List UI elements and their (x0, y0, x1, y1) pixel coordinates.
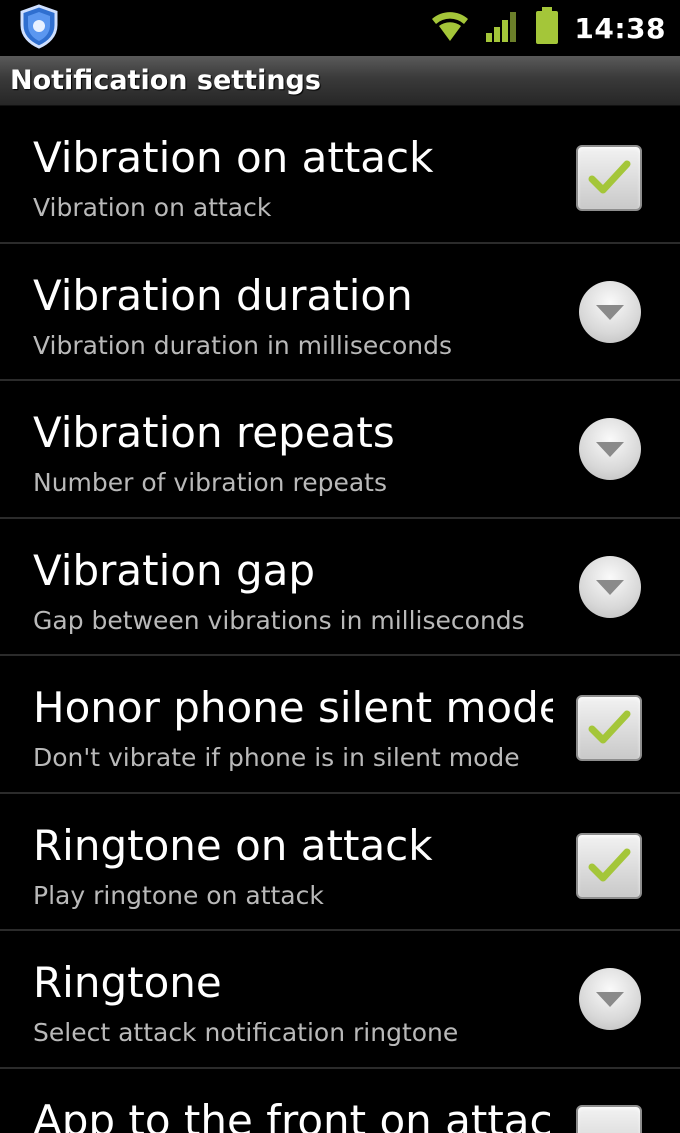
pref-title: Vibration duration (33, 270, 413, 320)
page-title: Notification settings (10, 65, 321, 96)
pref-summary: Select attack notification ringtone (33, 1018, 459, 1047)
checkmark-icon (588, 710, 631, 744)
pref-title: Vibration on attack (33, 133, 434, 182)
pref-summary: Don't vibrate if phone is in silent mode (33, 743, 520, 772)
pref-title: App to the front on attack (33, 1095, 553, 1133)
chevron-down-icon (596, 304, 624, 320)
wifi-icon (430, 9, 470, 47)
pref-title: Vibration repeats (33, 408, 395, 457)
pref-vibration-on-attack[interactable]: Vibration on attack Vibration on attack (0, 106, 680, 244)
battery-icon (534, 6, 560, 50)
app-to-front-checkbox[interactable] (576, 1104, 642, 1133)
checkmark-icon (588, 160, 631, 194)
vibration-gap-dropdown[interactable] (579, 555, 641, 618)
pref-title: Vibration gap (33, 545, 316, 595)
chevron-down-icon (596, 579, 624, 595)
ringtone-on-attack-checkbox[interactable] (576, 832, 642, 899)
pref-vibration-duration[interactable]: Vibration duration Vibration duration in… (0, 244, 680, 381)
pref-title: Ringtone (33, 958, 222, 1007)
honor-silent-mode-checkbox[interactable] (576, 695, 642, 761)
pref-honor-silent-mode[interactable]: Honor phone silent mode Don't vibrate if… (0, 656, 680, 794)
pref-ringtone-on-attack[interactable]: Ringtone on attack Play ringtone on atta… (0, 794, 680, 931)
pref-title: Ringtone on attack (33, 820, 433, 870)
vibration-duration-dropdown[interactable] (579, 280, 641, 343)
pref-ringtone[interactable]: Ringtone Select attack notification ring… (0, 931, 680, 1069)
pref-vibration-repeats[interactable]: Vibration repeats Number of vibration re… (0, 381, 680, 519)
checkmark-icon (588, 848, 631, 881)
signal-icon (484, 9, 520, 47)
shield-icon (16, 3, 62, 53)
vibration-repeats-dropdown[interactable] (579, 418, 641, 480)
clock: 14:38 (574, 11, 666, 45)
ringtone-dropdown[interactable] (579, 968, 641, 1030)
pref-summary: Vibration on attack (33, 193, 272, 222)
status-bar: 14:38 (0, 0, 680, 56)
pref-summary: Vibration duration in milliseconds (33, 330, 453, 360)
pref-app-to-front[interactable]: App to the front on attack (0, 1069, 680, 1133)
pref-summary: Play ringtone on attack (33, 880, 324, 910)
pref-vibration-gap[interactable]: Vibration gap Gap between vibrations in … (0, 519, 680, 656)
chevron-down-icon (596, 442, 624, 457)
title-bar: Notification settings (0, 56, 680, 106)
vibration-on-attack-checkbox[interactable] (576, 145, 642, 211)
pref-title: Honor phone silent mode (33, 683, 553, 732)
pref-summary: Number of vibration repeats (33, 468, 387, 497)
preference-list: Vibration on attack Vibration on attack … (0, 106, 680, 1133)
pref-summary: Gap between vibrations in milliseconds (33, 605, 525, 635)
chevron-down-icon (596, 992, 624, 1007)
